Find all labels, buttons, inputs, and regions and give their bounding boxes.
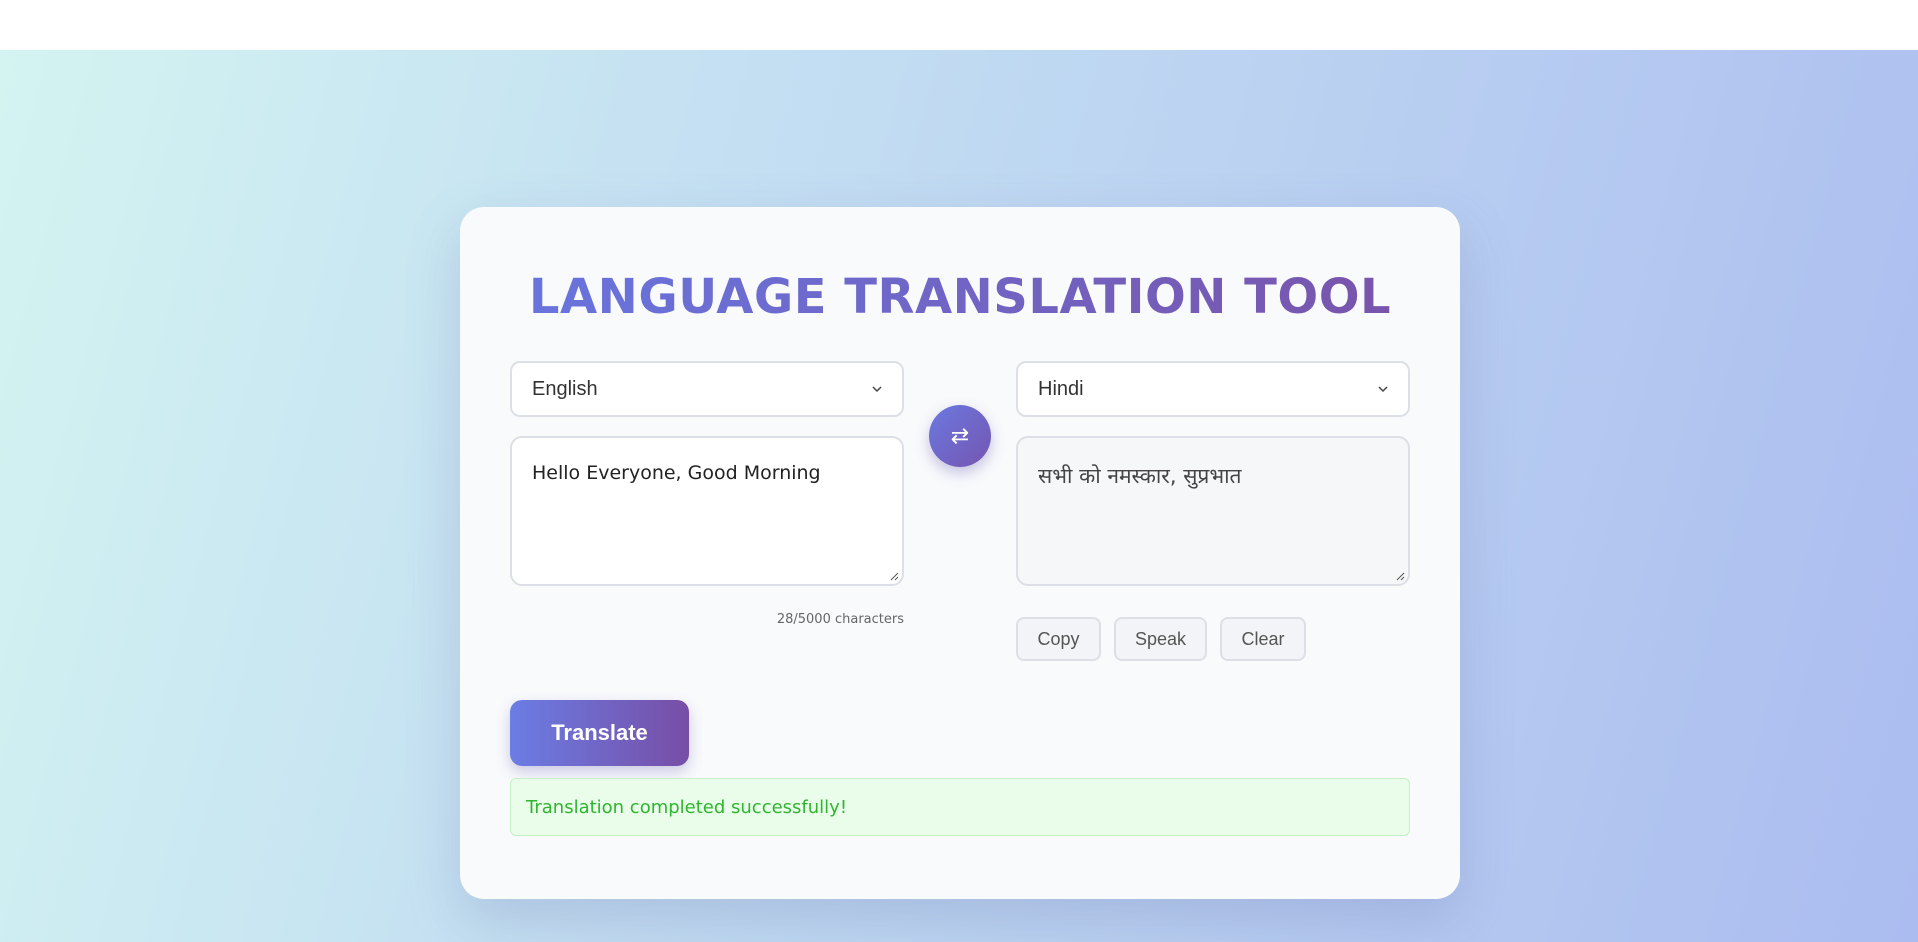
source-text-value: Hello Everyone, Good Morning — [532, 462, 821, 484]
source-language-value: English — [532, 377, 598, 400]
top-bar — [0, 0, 1918, 50]
translator-card: LANGUAGE TRANSLATION TOOL English ⇄ Hind… — [460, 207, 1460, 899]
swap-arrows-icon: ⇄ — [950, 423, 970, 449]
source-language-select[interactable]: English — [510, 361, 904, 417]
page-title: LANGUAGE TRANSLATION TOOL — [460, 269, 1460, 325]
page-background: LANGUAGE TRANSLATION TOOL English ⇄ Hind… — [0, 50, 1918, 942]
swap-languages-button[interactable]: ⇄ — [929, 405, 991, 467]
resize-grip-icon[interactable] — [1395, 571, 1405, 581]
chevron-down-icon — [1378, 386, 1388, 393]
character-count: 28/5000 characters — [776, 612, 904, 627]
translated-text-output[interactable]: सभी को नमस्कार, सुप्रभात — [1016, 436, 1410, 586]
chevron-down-icon — [872, 386, 882, 393]
target-language-value: Hindi — [1038, 377, 1084, 400]
resize-grip-icon[interactable] — [889, 571, 899, 581]
status-message: Translation completed successfully! — [510, 778, 1410, 836]
clear-button[interactable]: Clear — [1220, 617, 1306, 661]
source-text-input[interactable]: Hello Everyone, Good Morning — [510, 436, 904, 586]
copy-button[interactable]: Copy — [1016, 617, 1101, 661]
translate-button[interactable]: Translate — [510, 700, 689, 766]
speak-button[interactable]: Speak — [1114, 617, 1207, 661]
translated-text-value: सभी को नमस्कार, सुप्रभात — [1038, 464, 1242, 488]
target-language-select[interactable]: Hindi — [1016, 361, 1410, 417]
